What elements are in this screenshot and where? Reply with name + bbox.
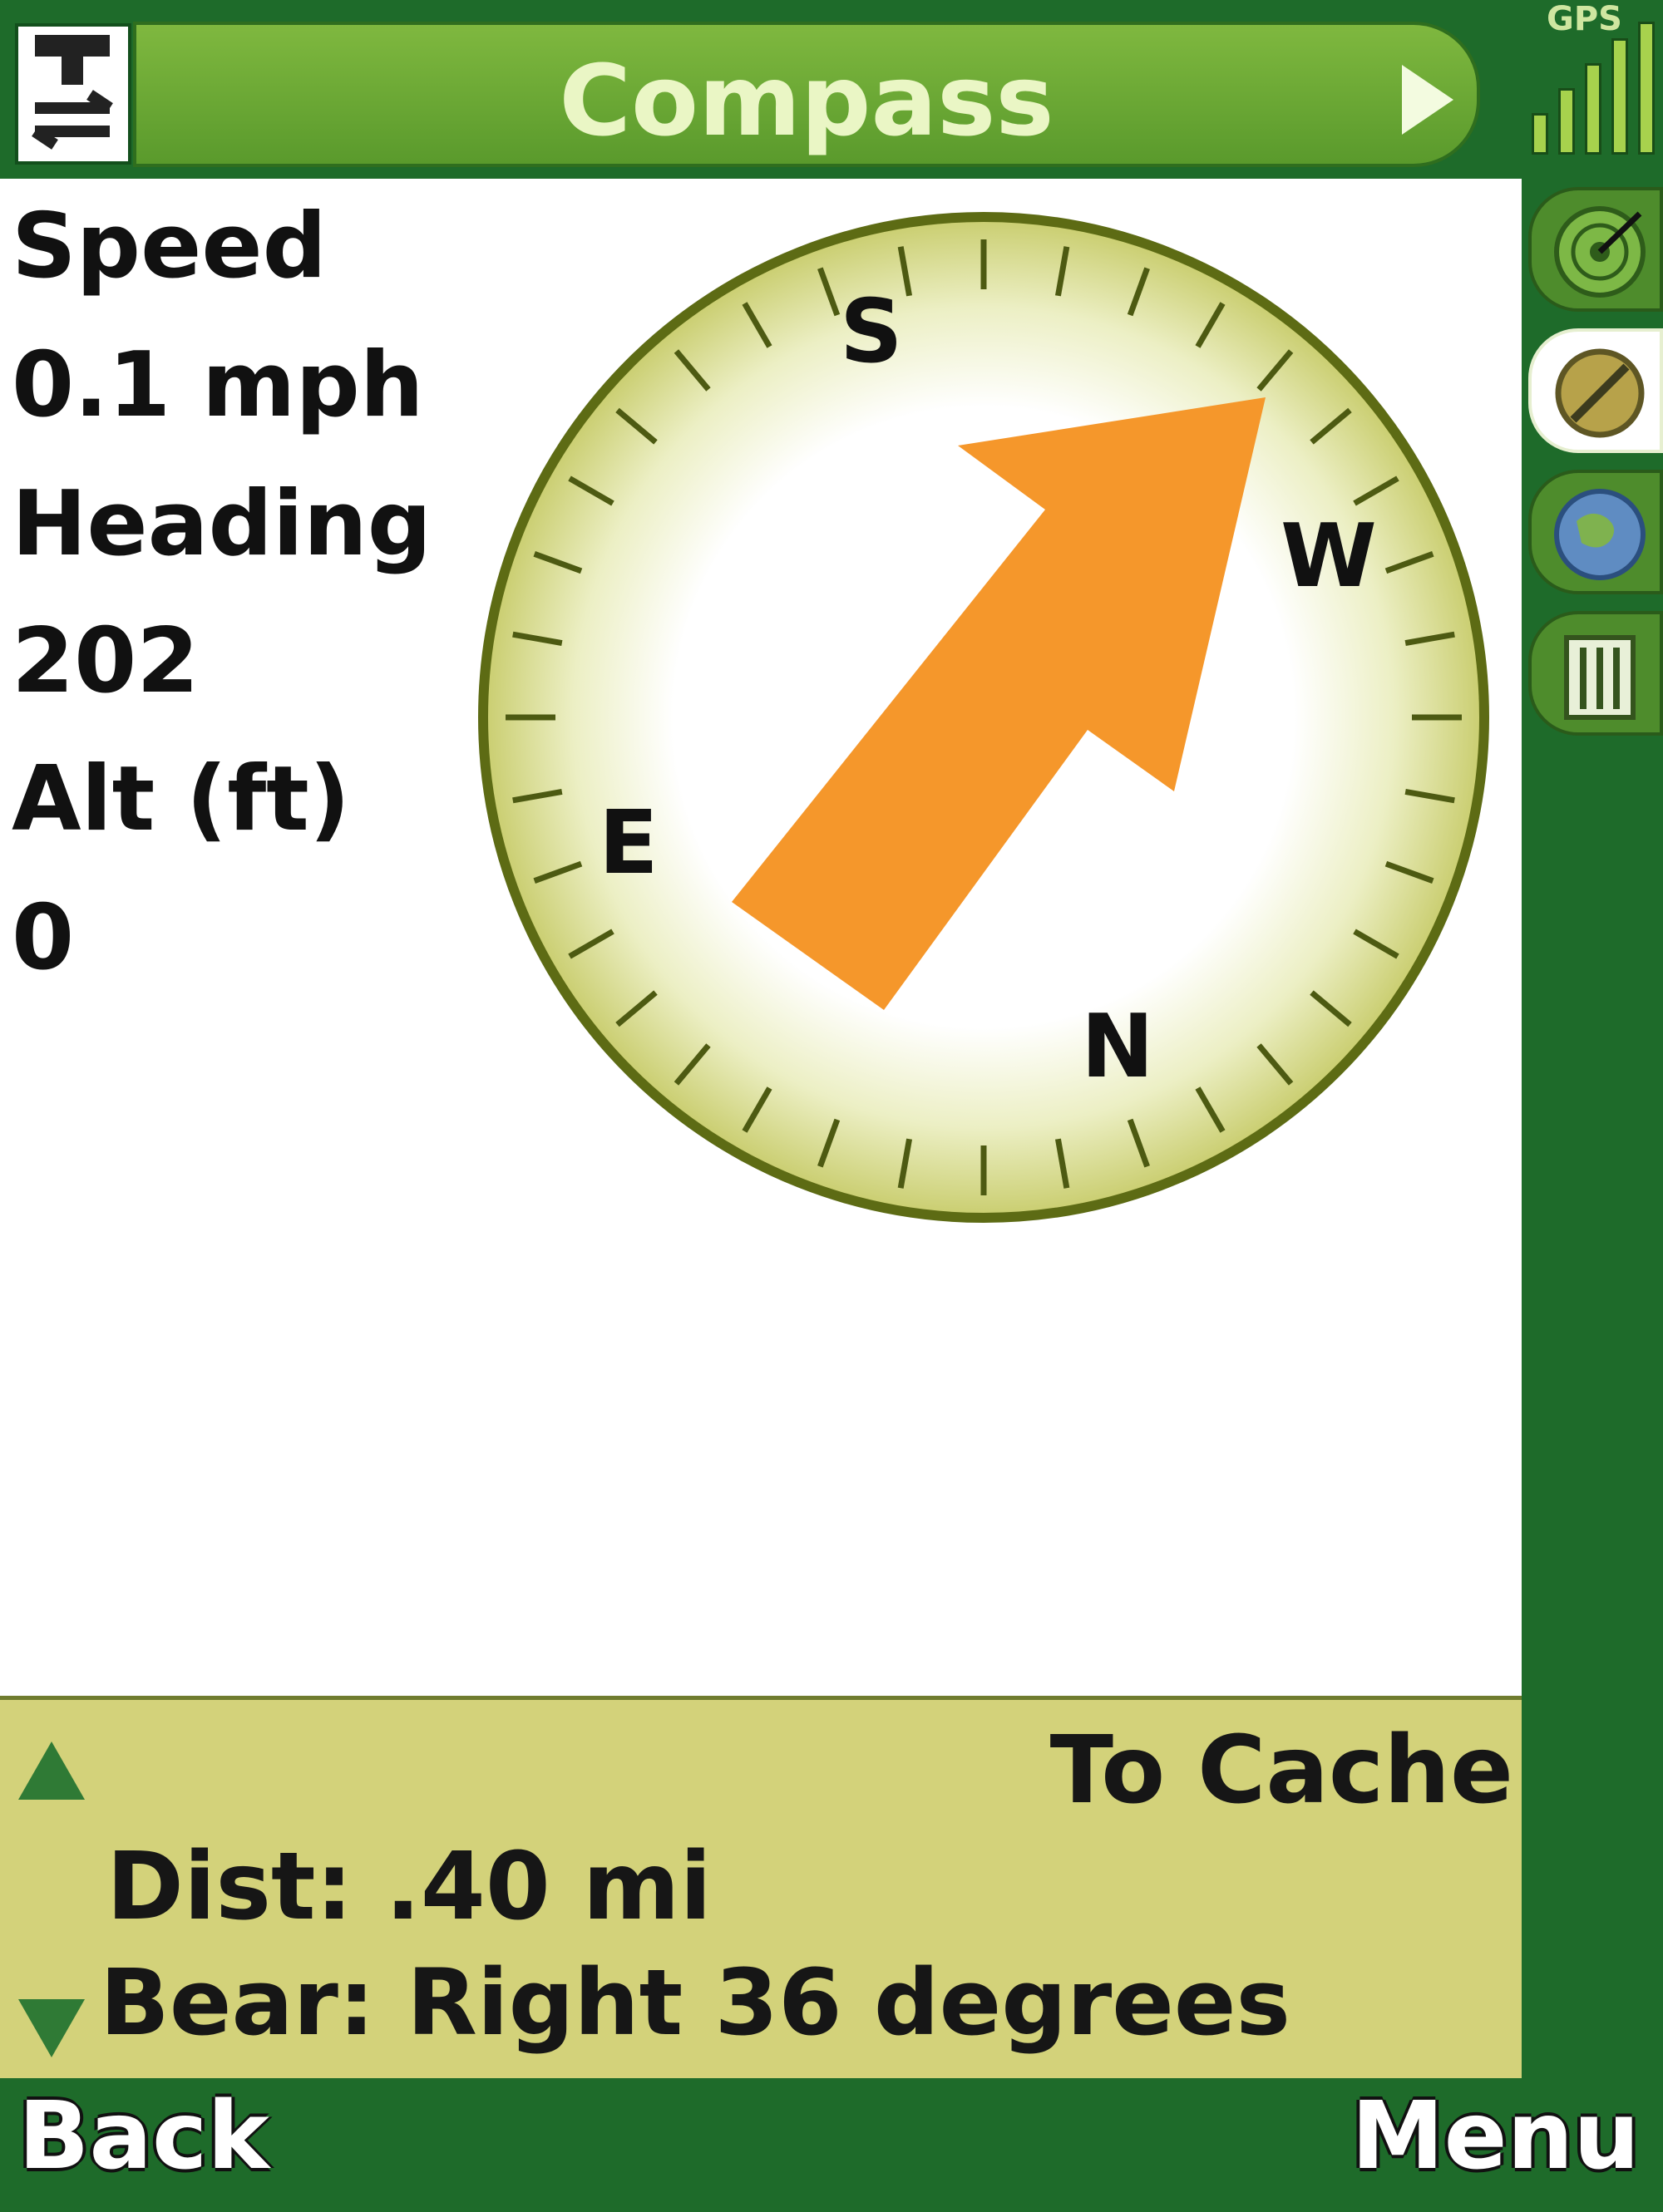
target-label: To Cache xyxy=(1049,1717,1513,1825)
gps-label: GPS xyxy=(1547,0,1622,38)
tab-map[interactable] xyxy=(1528,470,1663,594)
altitude-label: Alt (ft) xyxy=(12,747,351,851)
scroll-down-icon[interactable] xyxy=(18,1999,85,2057)
bearing-text: Bear: Right 36 degrees xyxy=(100,1949,1290,2056)
page-title: Compass xyxy=(559,43,1054,158)
list-icon xyxy=(1564,635,1636,720)
tab-list[interactable] xyxy=(1528,611,1663,736)
speed-value: 0.1 mph xyxy=(12,333,424,437)
geocache-swap-icon[interactable] xyxy=(15,23,131,165)
south-label: S xyxy=(840,281,903,382)
signal-bar xyxy=(1532,113,1548,155)
main-content: Speed 0.1 mph Heading 202 Alt (ft) 0 S W… xyxy=(0,179,1522,1696)
gps-signal-indicator: GPS xyxy=(1522,0,1663,166)
compass-dial: S W E N xyxy=(478,212,1489,1223)
east-label: E xyxy=(599,792,659,894)
compass-icon xyxy=(1555,348,1645,438)
globe-icon xyxy=(1554,489,1646,580)
title-bar[interactable]: Compass xyxy=(133,22,1480,167)
signal-bar xyxy=(1585,63,1601,155)
west-label: W xyxy=(1281,505,1377,607)
heading-value: 202 xyxy=(12,609,200,713)
next-arrow-icon[interactable] xyxy=(1402,65,1453,135)
scroll-up-icon[interactable] xyxy=(18,1742,85,1800)
menu-softkey[interactable]: Menu xyxy=(1351,2082,1640,2190)
back-softkey[interactable]: Back xyxy=(18,2082,269,2190)
signal-bar xyxy=(1611,38,1628,155)
speed-label: Speed xyxy=(12,195,327,298)
tab-compass[interactable] xyxy=(1528,328,1663,453)
signal-bar xyxy=(1638,22,1655,155)
navigation-info-panel: To Cache Dist: .40 mi Bear: Right 36 deg… xyxy=(0,1696,1522,2078)
signal-bar xyxy=(1558,88,1575,155)
distance-text: Dist: .40 mi xyxy=(106,1833,712,1941)
north-label: N xyxy=(1081,996,1154,1097)
radar-icon xyxy=(1554,206,1646,298)
altitude-value: 0 xyxy=(12,886,75,990)
tab-radar[interactable] xyxy=(1528,187,1663,312)
heading-label: Heading xyxy=(12,472,432,576)
